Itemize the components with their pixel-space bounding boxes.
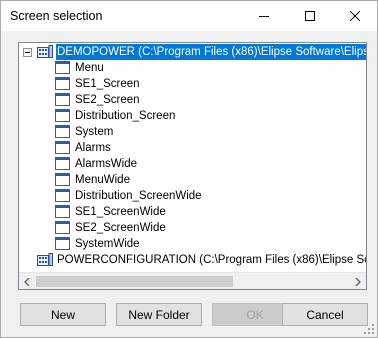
tree-item-screen[interactable]: SE2_ScreenWide xyxy=(55,220,167,236)
chevron-right-icon xyxy=(355,277,361,286)
screen-icon xyxy=(55,61,70,74)
tree-item-screen[interactable]: SE1_Screen xyxy=(55,76,141,92)
tree-item-screen[interactable]: SE1_ScreenWide xyxy=(55,204,167,220)
maximize-icon xyxy=(305,11,315,21)
screen-icon xyxy=(55,221,70,234)
scroll-right-button[interactable] xyxy=(349,273,366,289)
screen-icon xyxy=(55,125,70,138)
screen-icon xyxy=(55,173,70,186)
tree-item-screen[interactable]: MenuWide xyxy=(55,172,131,188)
screen-icon xyxy=(55,157,70,170)
title-bar: Screen selection xyxy=(1,1,377,31)
tree-item-screen[interactable]: Alarms xyxy=(55,140,112,156)
tree-item-screen[interactable]: Distribution_ScreenWide xyxy=(55,188,203,204)
tree-item-label: DEMOPOWER (C:\Program Files (x86)\Elipse… xyxy=(56,44,366,60)
tree-item-label: SE1_ScreenWide xyxy=(75,206,166,218)
close-icon xyxy=(350,11,360,21)
screen-icon xyxy=(55,93,70,106)
tree-item-label: SE2_ScreenWide xyxy=(75,222,166,234)
maximize-button[interactable] xyxy=(287,1,333,31)
tree-item-powerconfiguration[interactable]: POWERCONFIGURATION (C:\Program Files (x8… xyxy=(37,252,367,268)
scroll-left-button[interactable] xyxy=(19,273,36,289)
tree-item-screen[interactable]: Distribution_Screen xyxy=(55,108,176,124)
tree-item-label: AlarmsWide xyxy=(75,158,137,170)
new-folder-button[interactable]: New Folder xyxy=(116,303,202,326)
tree-item-label: SE2_Screen xyxy=(75,94,140,106)
tree-item-screen[interactable]: Menu xyxy=(55,60,105,76)
screen-icon xyxy=(55,189,70,202)
tree-item-label: SystemWide xyxy=(75,238,140,250)
screen-selection-dialog: Screen selection DEMOPOWER (C:\Program F… xyxy=(0,0,378,338)
database-icon xyxy=(37,253,53,266)
tree-item-label: Distribution_Screen xyxy=(75,110,176,122)
tree-item-label: Distribution_ScreenWide xyxy=(75,190,202,202)
tree-item-label: POWERCONFIGURATION (C:\Program Files (x8… xyxy=(57,254,367,266)
tree-item-screen[interactable]: AlarmsWide xyxy=(55,156,138,172)
screen-icon xyxy=(55,237,70,250)
tree-item-label: SE1_Screen xyxy=(75,78,140,90)
cancel-button[interactable]: Cancel xyxy=(282,303,368,326)
tree-item-label: Menu xyxy=(75,62,104,74)
screen-icon xyxy=(55,141,70,154)
screen-icon xyxy=(55,77,70,90)
minimize-icon xyxy=(259,16,269,17)
tree-item-screen[interactable]: SE2_Screen xyxy=(55,92,141,108)
screen-tree[interactable]: DEMOPOWER (C:\Program Files (x86)\Elipse… xyxy=(18,42,367,290)
tree-item-demopower[interactable]: DEMOPOWER (C:\Program Files (x86)\Elipse… xyxy=(37,44,366,60)
tree-item-screen[interactable]: SystemWide xyxy=(55,236,141,252)
tree-item-label: Alarms xyxy=(75,142,111,154)
minimize-button[interactable] xyxy=(241,1,287,31)
scrollbar-thumb[interactable] xyxy=(36,276,233,287)
database-icon xyxy=(37,45,53,58)
resize-grip-icon[interactable] xyxy=(364,324,375,335)
tree-item-label: MenuWide xyxy=(75,174,130,186)
window-title: Screen selection xyxy=(10,9,103,23)
new-button[interactable]: New xyxy=(20,303,106,326)
horizontal-scrollbar[interactable] xyxy=(19,272,366,289)
chevron-left-icon xyxy=(24,277,30,286)
close-button[interactable] xyxy=(332,1,378,31)
screen-icon xyxy=(55,109,70,122)
screen-icon xyxy=(55,205,70,218)
collapse-toggle[interactable] xyxy=(23,48,32,57)
tree-item-screen[interactable]: System xyxy=(55,124,114,140)
tree-item-label: System xyxy=(75,126,114,138)
